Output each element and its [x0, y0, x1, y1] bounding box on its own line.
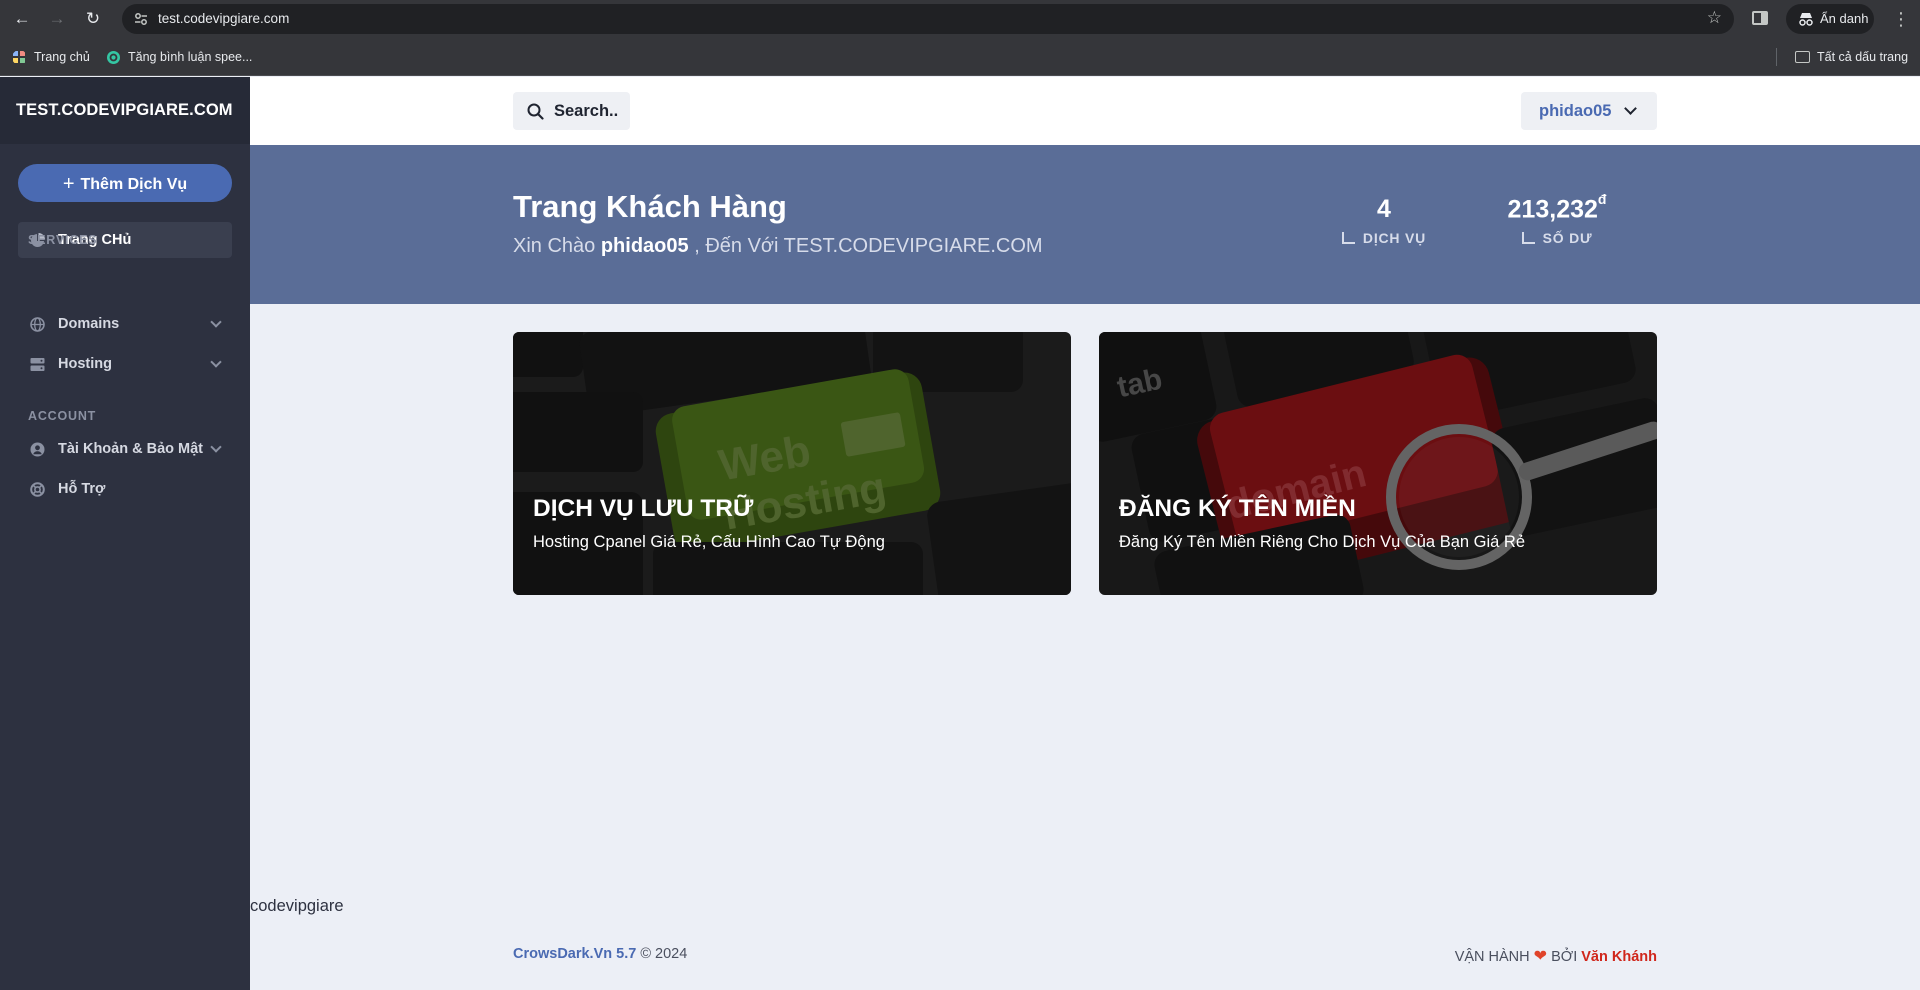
stat-value: 213,232đ: [1507, 191, 1607, 224]
stat-balance: 213,232đ SỐ DƯ: [1487, 191, 1627, 246]
all-bookmarks-button[interactable]: Tất cả dấu trang: [1795, 48, 1908, 66]
card-overlay: [513, 332, 1071, 595]
lifebuoy-icon: [30, 482, 45, 497]
back-arrow-icon[interactable]: ←: [10, 7, 34, 31]
by-text: BỞI: [1551, 949, 1578, 965]
top-header: Search.. phidao05: [250, 77, 1920, 145]
card-overlay: [1099, 332, 1657, 595]
search-icon: [527, 103, 544, 120]
chevron-down-icon: [1624, 102, 1637, 115]
section-heading-account: ACCOUNT: [28, 409, 97, 423]
greeting-prefix: Xin Chào: [513, 235, 596, 257]
username: phidao05: [1539, 102, 1612, 120]
folder-icon: [1795, 51, 1810, 63]
card-domain-registration[interactable]: tab domain ĐĂNG KÝ TÊN MIỀN Đăng Ký Tên …: [1099, 332, 1657, 595]
stat-label: SỐ DƯ: [1487, 230, 1627, 246]
search-label: Search..: [554, 102, 619, 120]
bookmark-trang-chu[interactable]: Trang chủ: [12, 48, 90, 66]
bookmark-label: Trang chủ: [34, 50, 90, 64]
incognito-icon: [1799, 13, 1813, 26]
bar-chart-icon: [1521, 232, 1535, 245]
bookmark-label: Tăng bình luận spee...: [128, 50, 253, 64]
stat-label: DỊCH VỤ: [1318, 230, 1450, 246]
card-subtitle: Hosting Cpanel Giá Rẻ, Cấu Hình Cao Tự Đ…: [533, 533, 885, 551]
sidebar-item-support[interactable]: Hỗ Trợ: [18, 472, 232, 506]
bookmarks-bar: Trang chủ Tăng bình luận spee... Tất cả …: [0, 38, 1920, 76]
incognito-label: Ẩn danh: [1820, 11, 1869, 26]
card-subtitle: Đăng Ký Tên Miền Riêng Cho Dịch Vụ Của B…: [1119, 533, 1525, 551]
incognito-indicator[interactable]: Ẩn danh: [1786, 4, 1874, 34]
sidebar-item-hosting[interactable]: Hosting: [18, 347, 232, 381]
author-link[interactable]: Văn Khánh: [1581, 949, 1657, 965]
plus-icon: +: [62, 173, 75, 195]
currency-unit: đ: [1597, 191, 1607, 207]
heart-icon: ❤: [1533, 948, 1548, 965]
reload-icon[interactable]: ↻: [81, 7, 105, 31]
add-service-button[interactable]: + Thêm Dịch Vụ: [18, 164, 232, 202]
bookmarks-divider: [1776, 48, 1777, 66]
server-icon: [30, 358, 45, 371]
page-title: Trang Khách Hàng: [513, 189, 787, 224]
bookmark-tang-binh-luan[interactable]: Tăng bình luận spee...: [106, 48, 252, 66]
bookmark-star-icon[interactable]: ☆: [1707, 8, 1722, 28]
copyright-year: © 2024: [640, 946, 688, 962]
chevron-down-icon: [210, 356, 222, 368]
url-text[interactable]: test.codevipgiare.com: [158, 11, 289, 26]
stat-value: 4: [1377, 195, 1391, 223]
all-bookmarks-label: Tất cả dấu trang: [1817, 50, 1909, 64]
sidebar: TEST.CODEVIPGIARE.COM + Thêm Dịch Vụ Tran…: [0, 77, 250, 990]
globe-icon: [30, 317, 45, 332]
card-hosting-service[interactable]: Web Hosting DỊCH VỤ LƯU TRỮ Hosting Cpan…: [513, 332, 1071, 595]
sidebar-item-label: Hosting: [58, 356, 112, 372]
bar-chart-icon: [1341, 232, 1355, 244]
chevron-down-icon: [210, 316, 222, 328]
chevron-down-icon: [210, 441, 222, 453]
user-circle-icon: [30, 442, 45, 457]
card-title: ĐĂNG KÝ TÊN MIỀN: [1119, 495, 1356, 522]
footer-brand: codevipgiare: [250, 897, 344, 915]
address-bar[interactable]: test.codevipgiare.com ☆: [122, 4, 1734, 34]
forward-arrow-icon[interactable]: →: [45, 7, 69, 31]
greeting: Xin Chào phidao05 , Đến Với TEST.CODEVIP…: [513, 235, 1043, 258]
swirl-icon: [107, 51, 120, 64]
user-menu-button[interactable]: phidao05: [1521, 92, 1657, 130]
site-settings-icon[interactable]: [134, 12, 148, 26]
stat-services: 4 DỊCH VỤ: [1318, 195, 1450, 246]
sidebar-item-domains[interactable]: Domains: [18, 307, 232, 341]
more-menu-icon[interactable]: ⋮: [1892, 7, 1910, 31]
browser-toolbar: ← → ↻ test.codevipgiare.com ☆ Ẩn danh ⋮: [0, 0, 1920, 38]
greeting-suffix: , Đến Với TEST.CODEVIPGIARE.COM: [694, 235, 1043, 257]
card-title: DỊCH VỤ LƯU TRỮ: [533, 495, 754, 522]
sidebar-item-label: Domains: [58, 316, 120, 332]
grid-icon: [13, 51, 25, 63]
search-button[interactable]: Search..: [513, 92, 630, 130]
footer-copyright: CrowsDark.Vn 5.7 © 2024: [513, 946, 687, 962]
add-service-label: Thêm Dịch Vụ: [80, 176, 188, 193]
site-brand[interactable]: TEST.CODEVIPGIARE.COM: [0, 77, 250, 144]
sidebar-item-label: Tài Khoản & Bảo Mật: [58, 441, 204, 457]
sidebar-item-label: Hỗ Trợ: [58, 481, 106, 497]
greeting-username: phidao05: [600, 235, 689, 257]
footer-operated-by: VẬN HÀNH ❤ BỞI Văn Khánh: [1455, 946, 1657, 966]
side-panel-icon[interactable]: [1752, 11, 1768, 25]
sidebar-item-account-security[interactable]: Tài Khoản & Bảo Mật: [18, 432, 232, 466]
operated-by-text: VẬN HÀNH: [1454, 949, 1530, 965]
copyright-link[interactable]: CrowsDark.Vn 5.7: [513, 946, 636, 962]
section-heading-services: SERVICES: [28, 233, 98, 247]
hero-banner: Trang Khách Hàng Xin Chào phidao05 , Đến…: [250, 145, 1920, 304]
